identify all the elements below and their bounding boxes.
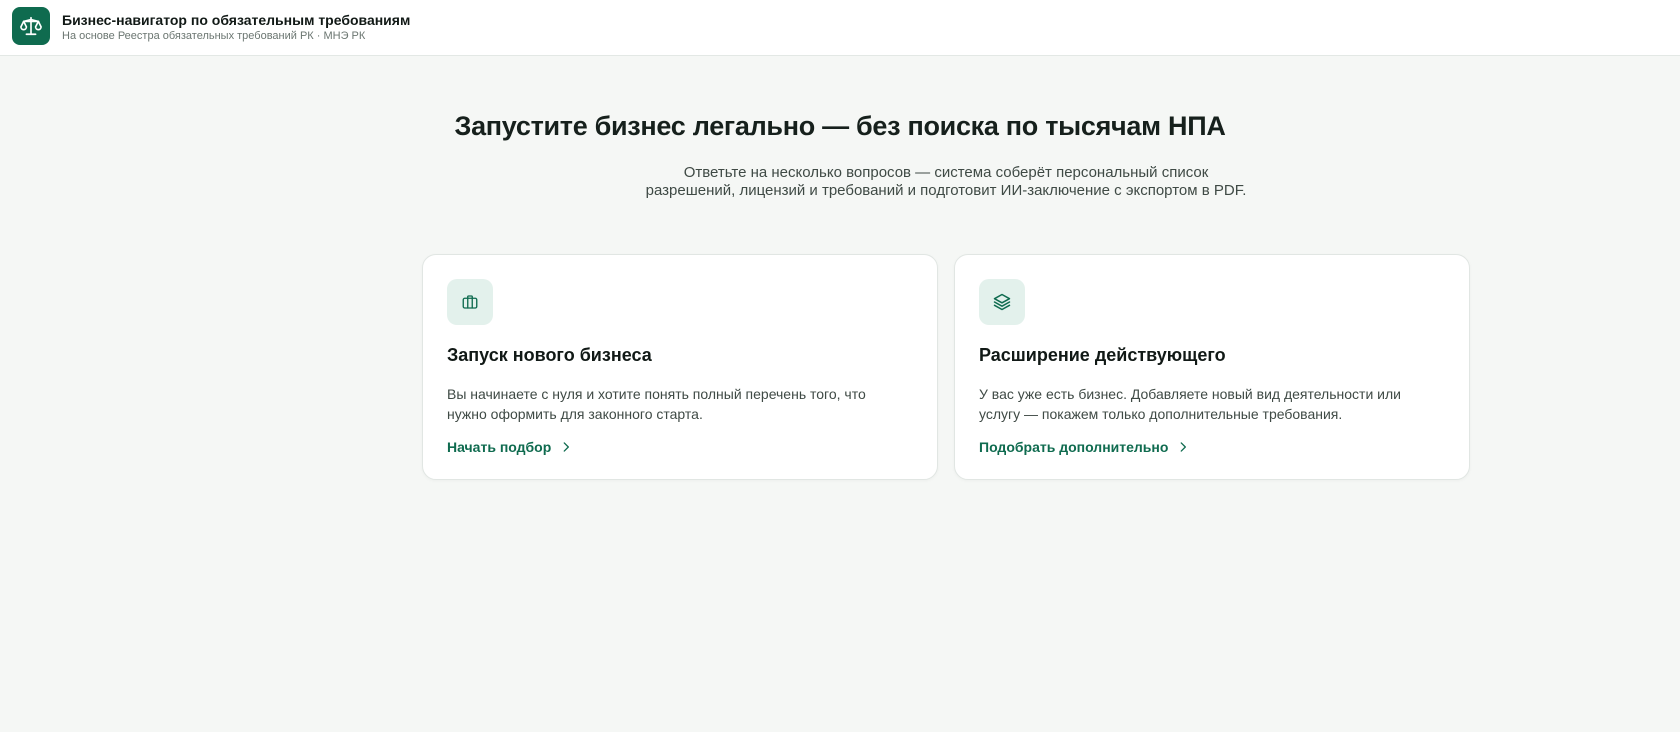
new-business-description: Вы начинаете с нуля и хотите понять полн… — [447, 386, 866, 422]
app-logo[interactable] — [12, 7, 50, 45]
layers-icon — [993, 293, 1011, 311]
hero-title: Запустите бизнес легально — без поиска п… — [454, 111, 1226, 141]
chevron-right-icon — [563, 442, 570, 452]
new-business-title: Запуск нового бизнеса — [447, 345, 652, 365]
app-subtitle: На основе Реестра обязательных требовани… — [62, 30, 366, 42]
expand-business-card[interactable]: Расширение действующего У вас уже есть б… — [954, 254, 1470, 480]
scales-icon — [20, 16, 42, 36]
start-selection-label: Начать подбор — [447, 439, 552, 455]
new-business-icon-tile — [447, 279, 493, 325]
briefcase-icon — [462, 295, 478, 309]
expand-business-description: У вас уже есть бизнес. Добавляете новый … — [979, 386, 1401, 422]
select-additional-link[interactable]: Подобрать дополнительно — [979, 439, 1190, 455]
hero-description: Ответьте на несколько вопросов — система… — [645, 164, 1247, 199]
expand-business-title: Расширение действующего — [979, 345, 1226, 365]
app-header: Бизнес-навигатор по обязательным требова… — [0, 0, 1680, 56]
chevron-right-icon — [1181, 442, 1187, 452]
app-title: Бизнес-навигатор по обязательным требова… — [62, 12, 411, 28]
start-selection-link[interactable]: Начать подбор — [447, 439, 573, 455]
select-additional-label: Подобрать дополнительно — [979, 439, 1169, 455]
expand-business-icon-tile — [979, 279, 1025, 325]
new-business-card[interactable]: Запуск нового бизнеса Вы начинаете с нул… — [422, 254, 938, 480]
